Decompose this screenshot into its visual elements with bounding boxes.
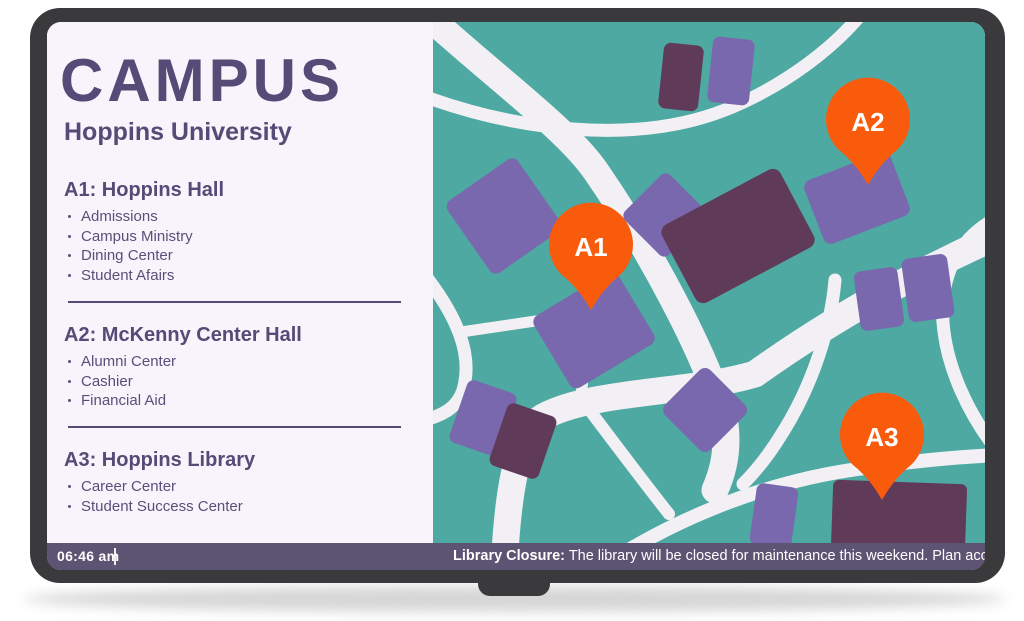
bullet-dot-icon bbox=[68, 360, 71, 363]
bullet-dot-icon bbox=[68, 399, 71, 402]
list-item: Campus Ministry bbox=[64, 227, 414, 247]
section-divider bbox=[68, 426, 401, 428]
building bbox=[707, 36, 756, 106]
ticker-message-label: Library Closure: bbox=[453, 548, 565, 564]
list-item: Student Afairs bbox=[64, 266, 414, 286]
campus-title: CAMPUS bbox=[60, 50, 344, 112]
section-divider bbox=[68, 301, 401, 303]
bullet-dot-icon bbox=[68, 505, 71, 508]
building-list: Career Center Student Success Center bbox=[64, 477, 414, 516]
ticker-message: Library Closure: The library will be clo… bbox=[453, 543, 985, 570]
bullet-dot-icon bbox=[68, 215, 71, 218]
list-item-label: Financial Aid bbox=[81, 391, 166, 411]
monitor-stand-mount bbox=[478, 580, 550, 596]
list-item: Dining Center bbox=[64, 246, 414, 266]
list-item: Career Center bbox=[64, 477, 414, 497]
bullet-dot-icon bbox=[68, 380, 71, 383]
list-item-label: Alumni Center bbox=[81, 352, 176, 372]
ticker-message-text: The library will be closed for maintenan… bbox=[565, 548, 985, 564]
campus-map-svg: A1 A2 A3 bbox=[433, 22, 985, 543]
ticker-bar: 06:46 am Library Closure: The library wi… bbox=[47, 543, 985, 570]
monitor-frame: CAMPUS Hoppins University A1: Hoppins Ha… bbox=[30, 8, 1005, 583]
signage-mockup: CAMPUS Hoppins University A1: Hoppins Ha… bbox=[0, 0, 1024, 621]
list-item: Admissions bbox=[64, 207, 414, 227]
ticker-divider bbox=[114, 548, 116, 565]
building bbox=[749, 482, 799, 543]
university-subtitle: Hoppins University bbox=[64, 118, 292, 147]
clock-text: 06:46 am bbox=[57, 543, 119, 570]
pin-label: A3 bbox=[865, 422, 898, 452]
campus-map: A1 A2 A3 bbox=[433, 22, 985, 543]
list-item: Student Success Center bbox=[64, 497, 414, 517]
building-section-a2: A2: McKenny Center Hall Alumni Center Ca… bbox=[64, 322, 414, 411]
section-heading: A2: McKenny Center Hall bbox=[64, 322, 414, 348]
info-panel: CAMPUS Hoppins University A1: Hoppins Ha… bbox=[47, 22, 433, 543]
building-list: Admissions Campus Ministry Dining Center… bbox=[64, 207, 414, 285]
signage-screen: CAMPUS Hoppins University A1: Hoppins Ha… bbox=[47, 22, 985, 570]
section-heading: A3: Hoppins Library bbox=[64, 447, 414, 473]
bullet-dot-icon bbox=[68, 254, 71, 257]
building-section-a1: A1: Hoppins Hall Admissions Campus Minis… bbox=[64, 177, 414, 285]
bullet-dot-icon bbox=[68, 274, 71, 277]
list-item-label: Student Afairs bbox=[81, 266, 174, 286]
bullet-dot-icon bbox=[68, 485, 71, 488]
list-item: Financial Aid bbox=[64, 391, 414, 411]
building bbox=[901, 253, 955, 323]
pin-label: A1 bbox=[574, 232, 607, 262]
list-item: Cashier bbox=[64, 372, 414, 392]
building bbox=[853, 266, 905, 332]
list-item: Alumni Center bbox=[64, 352, 414, 372]
list-item-label: Career Center bbox=[81, 477, 176, 497]
building bbox=[658, 42, 705, 112]
bullet-dot-icon bbox=[68, 235, 71, 238]
building bbox=[831, 480, 967, 543]
list-item-label: Student Success Center bbox=[81, 497, 243, 517]
list-item-label: Admissions bbox=[81, 207, 158, 227]
building-section-a3: A3: Hoppins Library Career Center Studen… bbox=[64, 447, 414, 516]
section-heading: A1: Hoppins Hall bbox=[64, 177, 414, 203]
pin-label: A2 bbox=[851, 107, 884, 137]
list-item-label: Campus Ministry bbox=[81, 227, 193, 247]
building-list: Alumni Center Cashier Financial Aid bbox=[64, 352, 414, 411]
list-item-label: Cashier bbox=[81, 372, 133, 392]
list-item-label: Dining Center bbox=[81, 246, 173, 266]
